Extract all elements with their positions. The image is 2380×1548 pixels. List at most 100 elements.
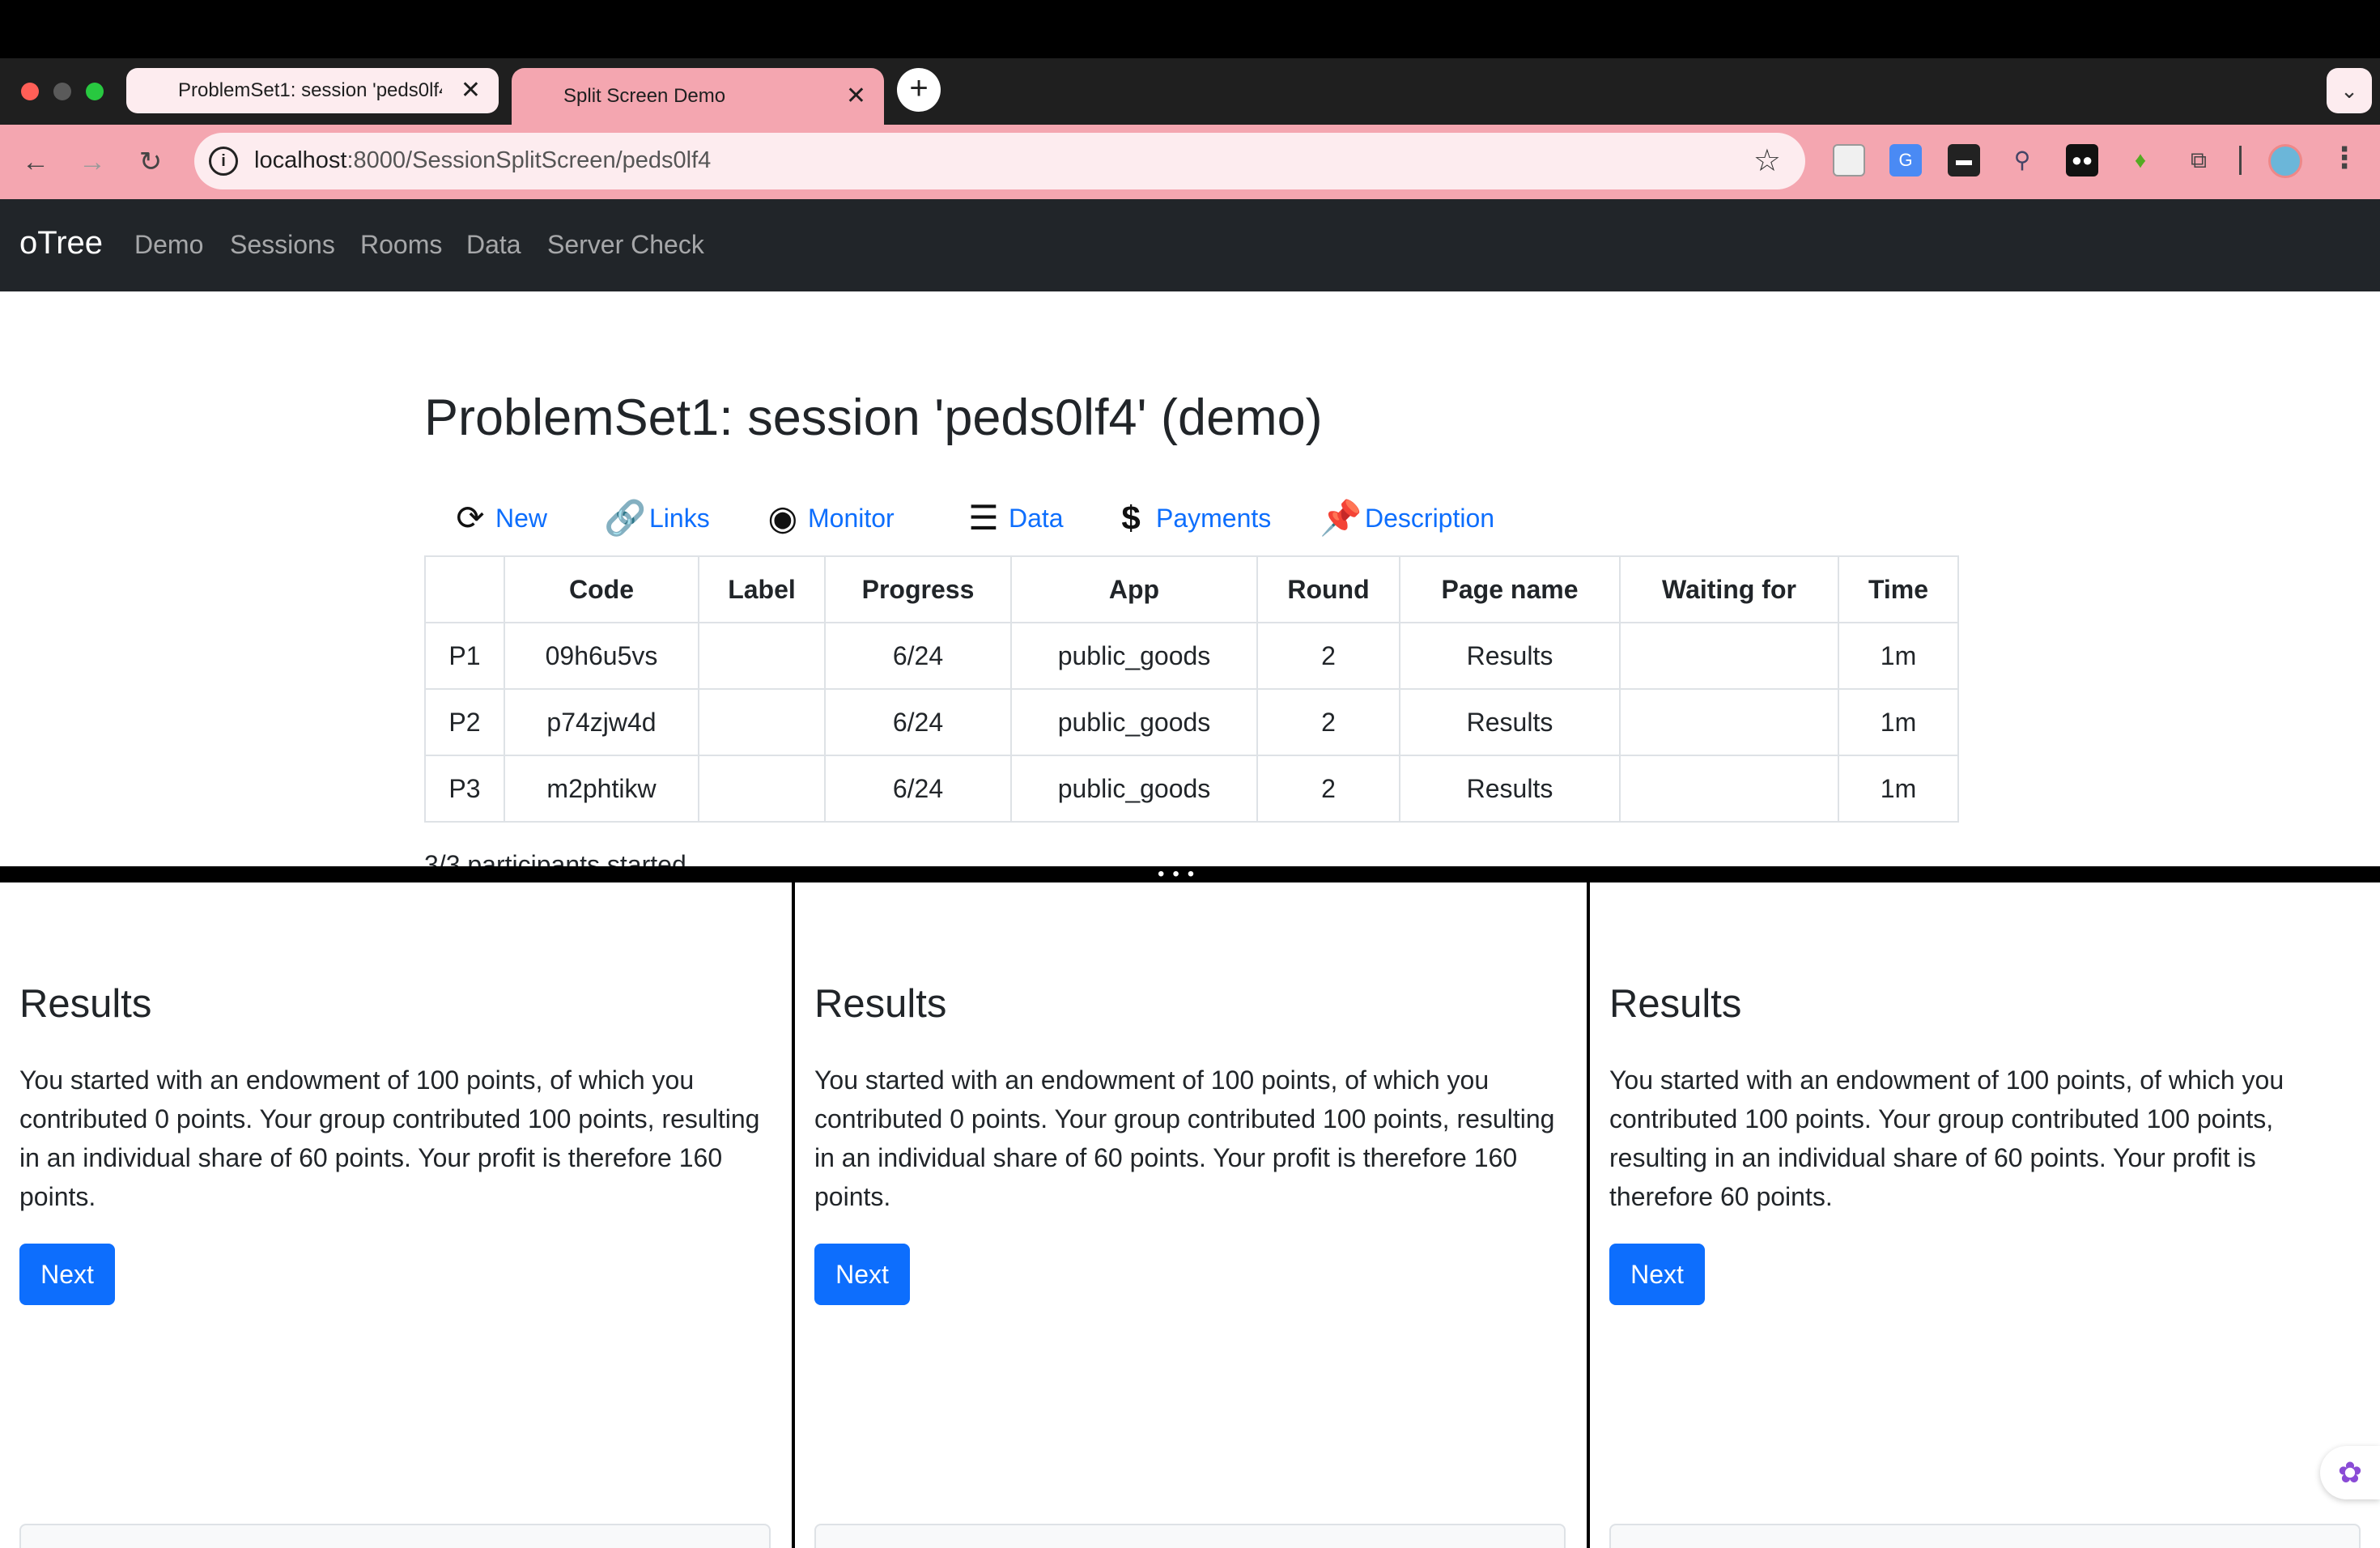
profile-avatar[interactable] (2268, 144, 2302, 178)
tab-search-button[interactable]: ⌄ (2327, 68, 2372, 113)
cell-waiting-for (1619, 755, 1839, 823)
cell-progress: 6/24 (824, 755, 1012, 823)
nav-data[interactable]: Data (466, 230, 521, 260)
next-button[interactable]: Next (1609, 1244, 1705, 1305)
nav-server-check[interactable]: Server Check (547, 230, 704, 260)
page-title: ProblemSet1: session 'peds0lf4' (demo) (424, 389, 1323, 446)
brain-extension-icon[interactable]: ✿ (2320, 1446, 2380, 1499)
cell-label (698, 688, 826, 756)
action-label: Description (1365, 503, 1495, 533)
tab-title: ProblemSet1: session 'peds0lf4' (demo) (178, 79, 442, 101)
otree-brand[interactable]: oTree (19, 225, 103, 262)
minimize-window-button[interactable] (53, 83, 71, 100)
split-divider-handle[interactable]: ••• (0, 863, 2380, 885)
action-description[interactable]: 📌 Description (1320, 498, 1494, 538)
otree-navbar (0, 199, 2380, 291)
forward-icon[interactable]: → (74, 144, 110, 180)
nav-sessions[interactable]: Sessions (230, 230, 335, 260)
table-row: P3 m2phtikw 6/24 public_goods 2 Results … (424, 755, 1959, 823)
top-black-bar (0, 0, 2380, 58)
column-header: Page name (1399, 555, 1621, 623)
cell-waiting-for (1619, 622, 1839, 690)
nav-rooms[interactable]: Rooms (360, 230, 442, 260)
column-header: App (1010, 555, 1258, 623)
action-label: New (495, 503, 548, 533)
translate-extension-icon[interactable]: G (1889, 144, 1922, 176)
cell-time: 1m (1838, 622, 1959, 690)
cell-label (698, 755, 826, 823)
cell-round: 2 (1256, 755, 1400, 823)
action-data[interactable]: ☰ Data (963, 498, 1064, 538)
mask-extension-icon[interactable]: ●● (2066, 144, 2098, 176)
caption-extension-icon[interactable]: ▬ (1948, 144, 1980, 176)
pane-heading: Results (1609, 982, 1742, 1026)
cell-time: 1m (1838, 755, 1959, 823)
new-tab-button[interactable]: + (897, 68, 941, 112)
pane-heading: Results (814, 982, 947, 1026)
column-header: Waiting for (1619, 555, 1839, 623)
column-header: Code (504, 555, 699, 623)
pane-body: You started with an endowment of 100 poi… (1609, 1065, 2284, 1211)
cell-participant: P1 (424, 622, 505, 690)
eye-icon: ◉ (767, 499, 798, 537)
participants-started-text: 3/3 participants started (424, 850, 686, 866)
toolbar-separator (2239, 146, 2242, 175)
dollar-icon: $ (1121, 499, 1141, 537)
refresh-icon: ⟳ (456, 499, 485, 537)
close-icon[interactable]: ✕ (846, 84, 866, 108)
nav-demo[interactable]: Demo (134, 230, 203, 260)
back-icon[interactable]: ← (18, 144, 53, 180)
url-text[interactable]: localhost:8000/SessionSplitScreen/peds0l… (254, 147, 711, 174)
action-label: Payments (1156, 503, 1272, 533)
action-monitor[interactable]: ◉ Monitor (763, 498, 895, 538)
tab-session[interactable]: ProblemSet1: session 'peds0lf4' (demo) ✕ (126, 68, 499, 113)
document-extension-icon[interactable] (1833, 144, 1865, 176)
cell-code: p74zjw4d (504, 688, 699, 756)
cell-participant: P2 (424, 688, 505, 756)
close-icon[interactable]: ✕ (461, 79, 481, 103)
pane-heading: Results (19, 982, 152, 1026)
column-header: Label (698, 555, 826, 623)
column-header: Progress (824, 555, 1012, 623)
more-menu-icon[interactable]: ⋮ (2330, 141, 2359, 175)
close-window-button[interactable] (21, 83, 39, 100)
action-label: Data (1009, 503, 1064, 533)
debug-info-panel (19, 1524, 771, 1548)
drop-extension-icon[interactable]: ♦ (2124, 144, 2157, 176)
puzzle-extensions-icon[interactable]: ⧉ (2182, 144, 2215, 176)
column-header (424, 555, 505, 623)
debug-info-panel (814, 1524, 1566, 1548)
cell-app: public_goods (1010, 755, 1258, 823)
cell-app: public_goods (1010, 622, 1258, 690)
next-button[interactable]: Next (814, 1244, 910, 1305)
address-bar[interactable]: i localhost:8000/SessionSplitScreen/peds… (194, 133, 1805, 189)
table-row: P1 09h6u5vs 6/24 public_goods 2 Results … (424, 622, 1959, 690)
cell-page-name: Results (1399, 755, 1621, 823)
participant-pane-2: Results You started with an endowment of… (795, 882, 1587, 1548)
cell-progress: 6/24 (824, 688, 1012, 756)
site-info-icon[interactable]: i (209, 147, 238, 176)
reload-icon[interactable]: ↻ (133, 144, 168, 180)
action-new[interactable]: ⟳ New (450, 498, 547, 538)
participant-pane-1: Results You started with an endowment of… (0, 882, 792, 1548)
debug-info-panel (1609, 1524, 2361, 1548)
cell-time: 1m (1838, 688, 1959, 756)
pane-body: You started with an endowment of 100 poi… (19, 1065, 760, 1211)
tab-split-screen[interactable]: Split Screen Demo ✕ (512, 68, 884, 125)
bookmark-star-icon[interactable]: ☆ (1753, 142, 1781, 179)
cell-round: 2 (1256, 688, 1400, 756)
table-header-row: Code Label Progress App Round Page name … (424, 555, 1959, 623)
action-links[interactable]: 🔗 Links (604, 498, 710, 538)
cell-round: 2 (1256, 622, 1400, 690)
cell-code: 09h6u5vs (504, 622, 699, 690)
picker-extension-icon[interactable]: ⚲ (2006, 144, 2038, 176)
url-path: :8000/SessionSplitScreen/peds0lf4 (346, 147, 712, 173)
cell-page-name: Results (1399, 688, 1621, 756)
action-payments[interactable]: $ Payments (1111, 498, 1271, 538)
maximize-window-button[interactable] (86, 83, 104, 100)
cell-code: m2phtikw (504, 755, 699, 823)
next-button[interactable]: Next (19, 1244, 115, 1305)
pin-icon: 📌 (1320, 499, 1362, 537)
session-page: ProblemSet1: session 'peds0lf4' (demo) ⟳… (0, 291, 2380, 866)
cell-page-name: Results (1399, 622, 1621, 690)
